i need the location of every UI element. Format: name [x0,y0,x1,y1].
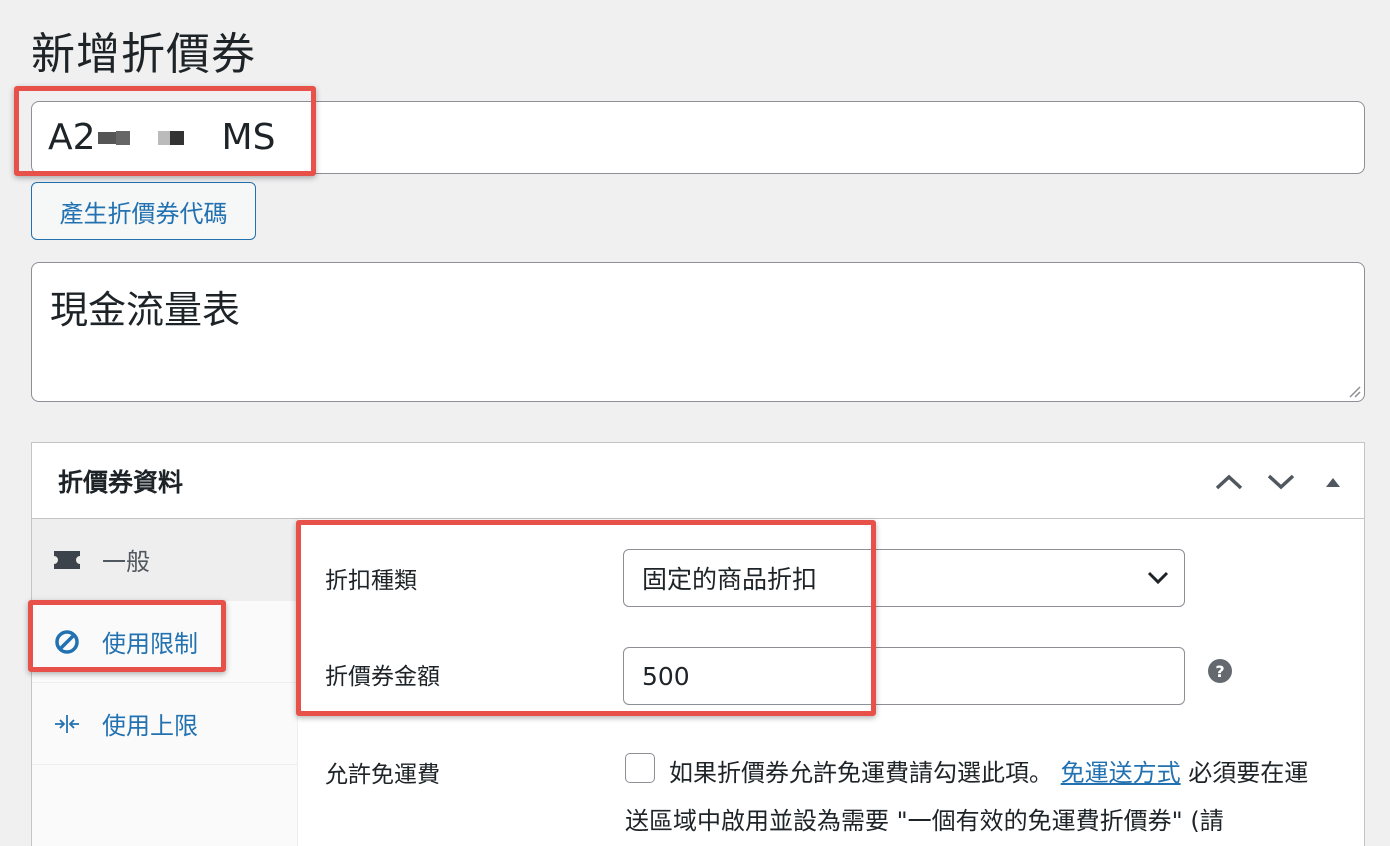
redaction-mask [169,130,184,145]
triangle-up-icon[interactable] [1316,465,1350,499]
help-icon[interactable]: ? [1208,659,1232,683]
tab-label: 使用限制 [102,630,198,658]
description-text: 現金流量表 [50,288,241,332]
tab-label: 一般 [102,548,150,576]
discount-type-select[interactable]: 固定的商品折扣 [623,549,1185,607]
chevron-down-icon[interactable] [1264,465,1298,499]
arrows-in-icon [52,713,82,735]
coupon-amount-value: 500 [642,661,690,691]
redaction-mask [97,131,116,144]
coupon-data-panel: 折價券資料 一般 使用限制 使用上限 折扣種類 固定的商品折扣 折價券金額 50… [31,442,1365,846]
chevron-up-icon[interactable] [1212,465,1246,499]
prohibited-icon [52,629,82,655]
tab-general[interactable]: 一般 [32,519,297,601]
discount-type-value: 固定的商品折扣 [642,565,818,594]
redaction-mask [115,130,130,145]
panel-header: 折價券資料 [32,443,1364,519]
tab-usage-restriction[interactable]: 使用限制 [32,601,297,683]
ticket-icon [52,550,82,570]
coupon-tabs: 一般 使用限制 使用上限 [32,519,298,846]
tab-usage-limits[interactable]: 使用上限 [32,683,297,765]
free-shipping-label: 允許免運費 [325,762,440,788]
free-shipping-method-link[interactable]: 免運送方式 [1061,759,1181,787]
panel-title: 折價券資料 [58,467,184,497]
free-shipping-description: 如果折價券允許免運費請勾選此項。 免運送方式 必須要在運送區域中啟用並設為需要 … [625,749,1325,845]
redaction-mask [157,130,170,145]
free-shipping-text-before: 如果折價券允許免運費請勾選此項。 [669,759,1053,787]
tab-label: 使用上限 [102,712,198,740]
chevron-down-icon [1147,571,1169,585]
discount-type-label: 折扣種類 [325,568,417,594]
coupon-code-prefix: A2 [48,117,96,158]
free-shipping-checkbox[interactable] [625,753,655,783]
page-title: 新增折價券 [31,29,256,80]
coupon-description-textarea[interactable]: 現金流量表 [31,262,1365,402]
generate-coupon-code-button[interactable]: 產生折價券代碼 [31,182,256,240]
resize-handle-icon[interactable] [1347,384,1361,398]
coupon-code-input[interactable]: A2 MS [31,101,1365,174]
coupon-general-form: 折扣種類 固定的商品折扣 折價券金額 500 ? 允許免運費 如果折價券允許免運… [298,519,1364,846]
coupon-amount-label: 折價券金額 [325,664,440,690]
coupon-amount-input[interactable]: 500 [623,647,1185,705]
coupon-code-suffix: MS [221,117,276,158]
